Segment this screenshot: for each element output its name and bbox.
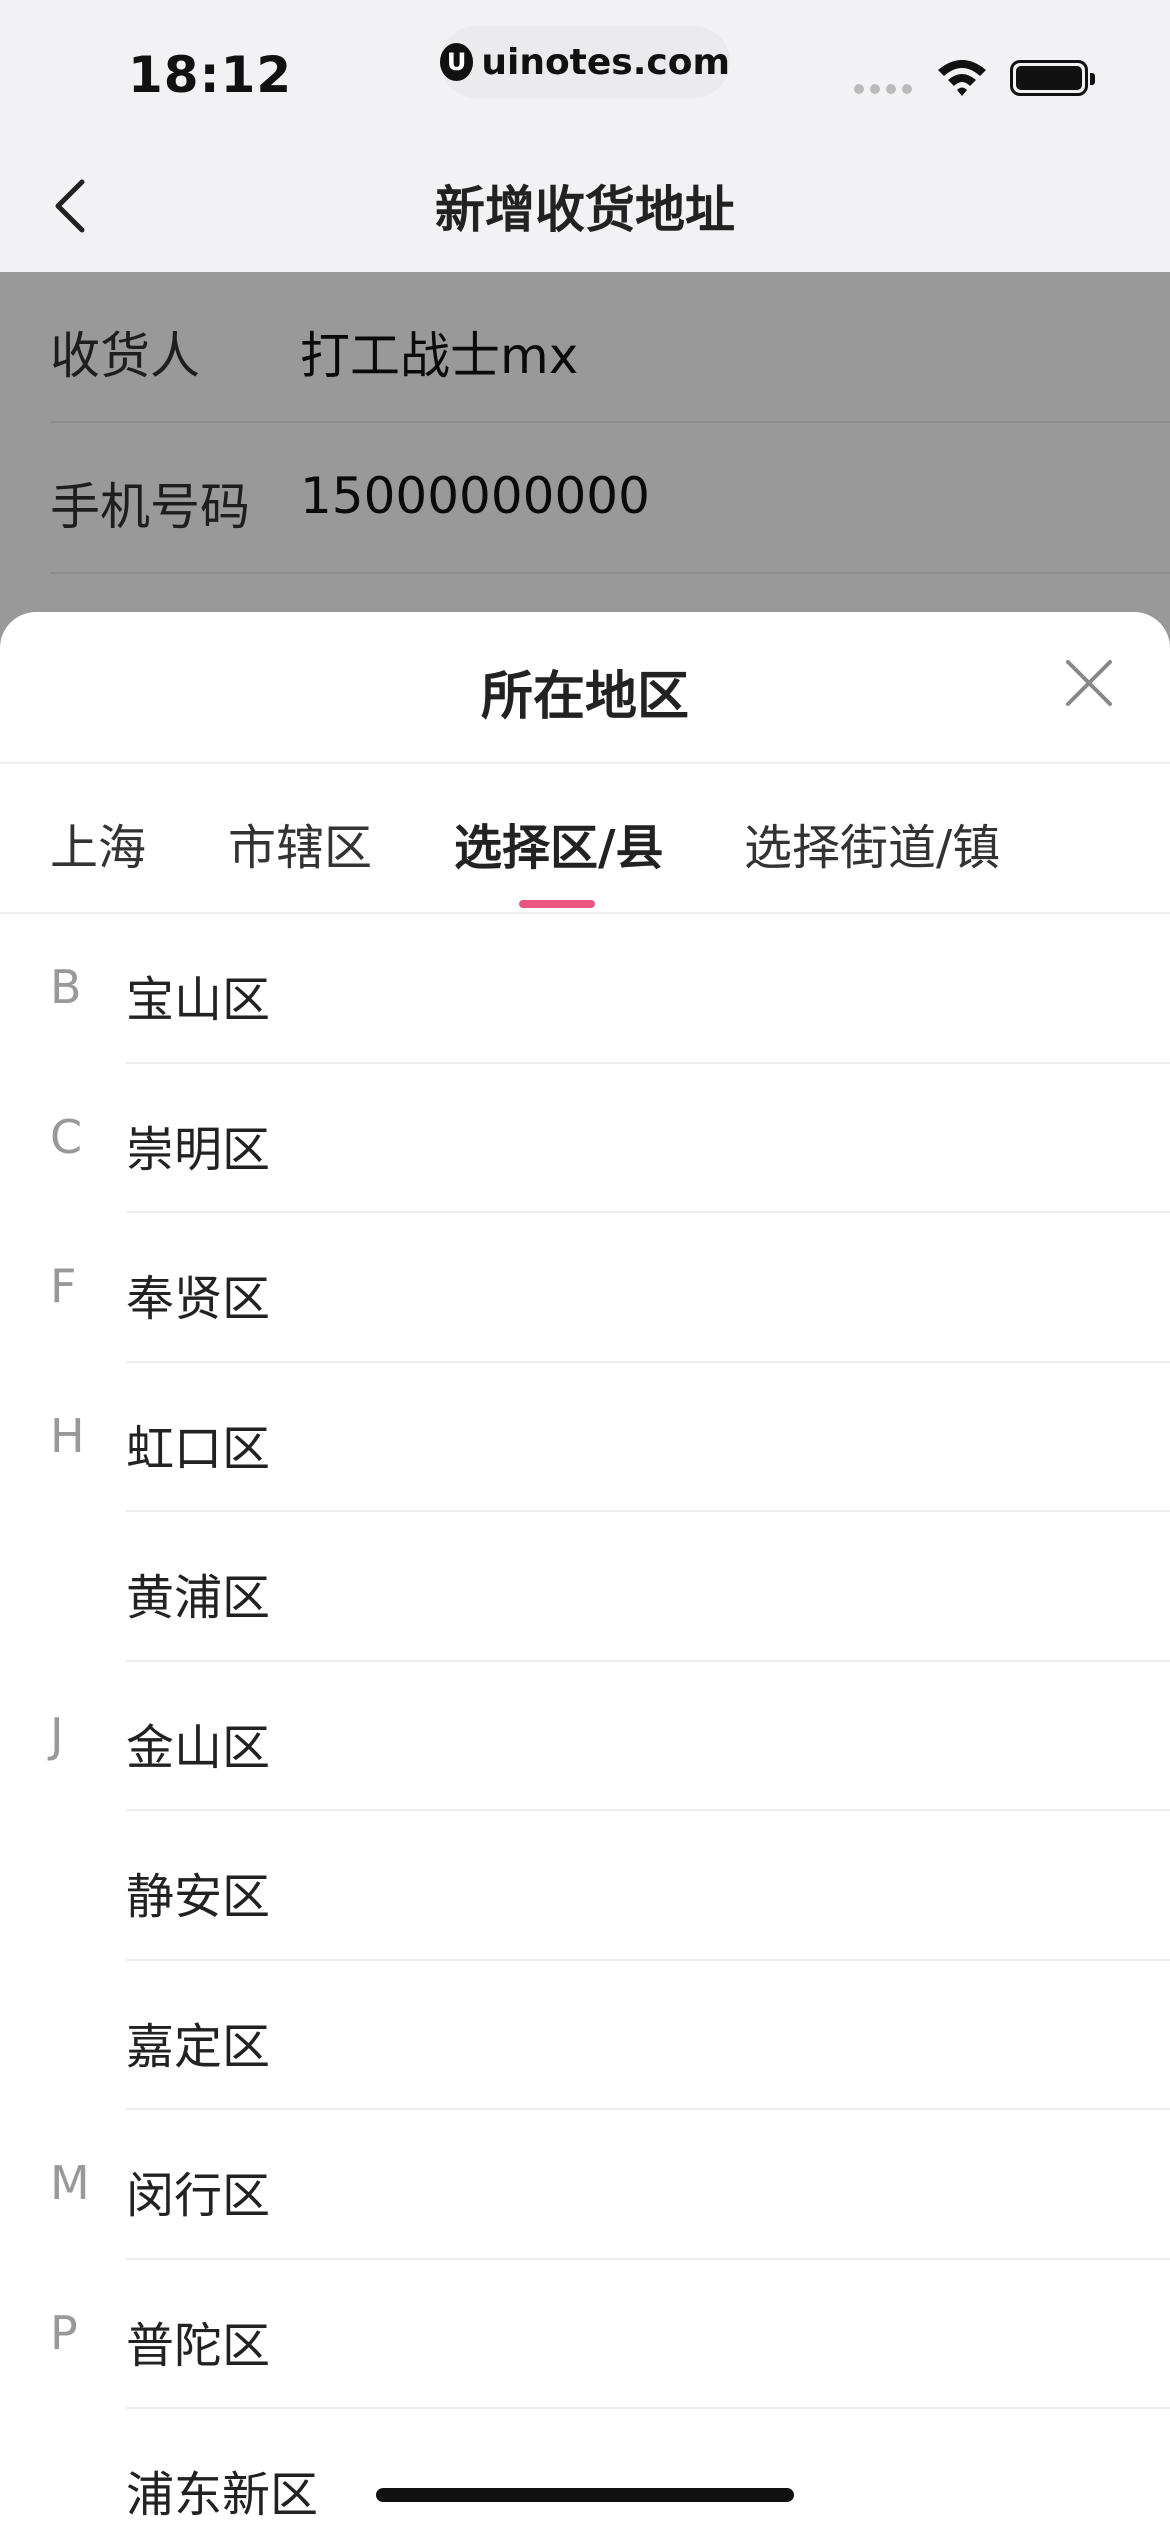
index-letter: F <box>50 1259 77 1313</box>
cellular-signal-icon <box>854 84 914 96</box>
index-letter: C <box>50 1109 83 1164</box>
district-list: B 宝山区 C 崇明区 F 奉贤区 H 虹口区黄浦区 J 金山区静安区嘉定区 M 闵行区 P 普陀区浦东新… <box>0 914 1170 2532</box>
district-list-item[interactable]: H 虹口区 <box>0 1363 1170 1512</box>
district-list-item[interactable]: 嘉定区 <box>0 1961 1170 2110</box>
district-name: 嘉定区 <box>126 2018 271 2075</box>
tab-street[interactable]: 选择街道/镇 <box>744 808 1000 878</box>
tab-province[interactable]: 上海 <box>50 808 146 878</box>
index-letter: B <box>50 960 82 1014</box>
district-list-item[interactable]: P 普陀区 <box>0 2260 1170 2409</box>
url-text: uinotes.com <box>481 41 730 83</box>
district-name: 普陀区 <box>126 2317 271 2374</box>
sheet-header: 所在地区 <box>0 612 1170 764</box>
district-list-item[interactable]: M 闵行区 <box>0 2110 1170 2260</box>
district-name: 奉贤区 <box>126 1271 271 1327</box>
tab-district[interactable]: 选择区/县 <box>454 808 664 878</box>
index-letter: J <box>50 1707 64 1762</box>
district-name: 闵行区 <box>126 2168 271 2224</box>
url-pill[interactable]: U uinotes.com <box>440 26 730 98</box>
active-tab-indicator <box>519 900 595 908</box>
battery-icon <box>1010 60 1095 96</box>
district-name: 浦东新区 <box>126 2467 319 2523</box>
page-title: 新增收货地址 <box>435 181 735 239</box>
district-name: 黄浦区 <box>126 1570 271 1626</box>
district-name: 金山区 <box>126 1719 271 1776</box>
region-tabs: 上海 市辖区 选择区/县 选择街道/镇 <box>0 764 1170 914</box>
index-letter: M <box>50 2156 90 2210</box>
index-letter: H <box>50 1408 85 1463</box>
site-logo-icon: U <box>440 43 474 81</box>
close-icon[interactable] <box>1062 656 1116 710</box>
index-letter: P <box>50 2305 78 2360</box>
status-time: 18:12 <box>128 46 293 104</box>
district-list-item[interactable]: 浦东新区 <box>0 2409 1170 2532</box>
district-name: 虹口区 <box>126 1420 271 1477</box>
district-name: 宝山区 <box>126 972 271 1028</box>
district-name: 静安区 <box>126 1869 271 1925</box>
tab-city[interactable]: 市辖区 <box>228 808 372 878</box>
status-bar: 18:12 U uinotes.com <box>0 0 1170 140</box>
district-list-item[interactable]: F 奉贤区 <box>0 1213 1170 1363</box>
district-list-item[interactable]: 静安区 <box>0 1811 1170 1961</box>
district-list-item[interactable]: J 金山区 <box>0 1662 1170 1811</box>
district-list-item[interactable]: C 崇明区 <box>0 1064 1170 1213</box>
district-name: 崇明区 <box>126 1121 271 1178</box>
home-indicator[interactable] <box>376 2488 794 2502</box>
district-list-item[interactable]: 黄浦区 <box>0 1512 1170 1662</box>
sheet-title: 所在地区 <box>480 667 689 727</box>
wifi-icon <box>938 60 986 96</box>
district-list-item[interactable]: B 宝山区 <box>0 914 1170 1064</box>
nav-bar: 新增收货地址 <box>0 140 1170 272</box>
